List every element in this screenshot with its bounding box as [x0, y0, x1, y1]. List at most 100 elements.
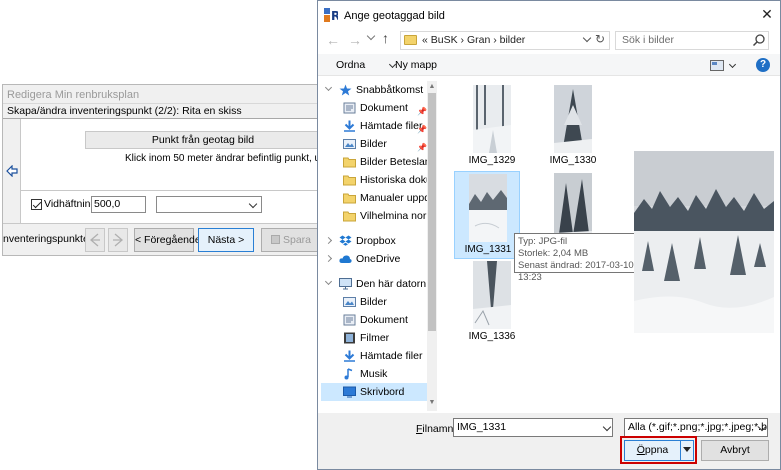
nav-item-label: OneDrive	[356, 253, 401, 265]
nav-item-label: Dokument	[360, 102, 408, 114]
image-thumbnail	[554, 85, 592, 153]
save-button[interactable]: Spara	[261, 228, 321, 252]
document-folder-icon	[343, 314, 356, 326]
nav-item-vilhelmina-norra[interactable]: Vilhelmina norra	[321, 207, 429, 225]
nav-item-label: Hämtade filer	[360, 350, 423, 362]
recent-locations-chevron-icon[interactable]	[366, 31, 376, 41]
adhesion-input[interactable]: 500,0	[91, 196, 146, 213]
organize-menu[interactable]: Ordna	[336, 59, 365, 71]
file-name: IMG_1330	[549, 155, 597, 166]
image-thumbnail	[473, 261, 511, 329]
nav-item-label: Snabbåtkomst	[356, 84, 424, 96]
adhesion-checkbox[interactable]	[31, 199, 42, 210]
nav-item-snabbåtkomst[interactable]: Snabbåtkomst	[321, 81, 429, 99]
nav-item-label: Historiska dokum	[360, 174, 429, 186]
nav-item-bilder[interactable]: Bilder 📌	[321, 135, 429, 153]
nav-item-bilder-betesland[interactable]: Bilder Betesland	[321, 153, 429, 171]
adhesion-label: Vidhäftning	[44, 198, 97, 210]
breadcrumb[interactable]: « BuSK › Gran › bilder	[422, 34, 525, 46]
tooltip-type: Typ: JPG-fil	[518, 236, 568, 247]
tooltip-modified: Senast ändrad: 2017-03-10 13:23	[518, 260, 634, 283]
nav-item-manualer-uppda[interactable]: Manualer uppda	[321, 189, 429, 207]
nav-item-dropbox[interactable]: Dropbox	[321, 232, 429, 250]
nav-item-hämtade-filer[interactable]: Hämtade filer	[321, 347, 429, 365]
back-arrow-icon[interactable]: ←	[326, 32, 340, 48]
nav-item-hämtade-filer[interactable]: Hämtade filer 📌	[321, 117, 429, 135]
nav-item-filmer[interactable]: Filmer	[321, 329, 429, 347]
nav-item-label: Musik	[360, 368, 388, 380]
divider	[3, 223, 321, 224]
nav-item-dokument[interactable]: Dokument 📌	[321, 99, 429, 117]
nav-item-label: Hämtade filer	[360, 120, 423, 132]
film-icon	[343, 332, 356, 344]
nav-item-den-här-datorn[interactable]: Den här datorn	[321, 275, 429, 293]
search-icon[interactable]	[752, 33, 766, 47]
nav-item-skrivbord[interactable]: Skrivbord	[321, 383, 429, 401]
expand-chevron-icon[interactable]	[324, 236, 333, 245]
pictures-folder-icon	[343, 138, 356, 150]
pictures-folder-icon	[343, 296, 356, 308]
cancel-button[interactable]: Avbryt	[701, 440, 769, 461]
file-name: IMG_1329	[468, 155, 516, 166]
refresh-icon[interactable]: ↻	[595, 32, 605, 46]
nav-next-arrow-icon[interactable]	[108, 228, 128, 252]
expand-chevron-icon[interactable]	[324, 277, 333, 286]
file-name: IMG_1336	[468, 331, 516, 342]
download-arrow-icon	[343, 350, 356, 362]
image-thumbnail	[554, 173, 592, 241]
pin-icon: 📌	[417, 125, 427, 134]
cloud-icon	[339, 253, 352, 265]
document-folder-icon	[343, 102, 356, 114]
background-window-title: Redigera Min renbruksplan	[7, 89, 140, 101]
nav-scrollbar-thumb[interactable]	[428, 93, 436, 331]
scroll-up-icon[interactable]: ▲	[428, 83, 436, 91]
save-button-label: Spara	[282, 234, 312, 246]
nav-prev-arrow-icon[interactable]	[85, 228, 105, 252]
nav-item-dokument[interactable]: Dokument	[321, 311, 429, 329]
layer-dropdown[interactable]	[156, 196, 262, 213]
nav-item-label: Dropbox	[356, 235, 396, 247]
filename-input[interactable]: IMG_1331	[453, 418, 613, 437]
scroll-down-icon[interactable]: ▼	[428, 399, 436, 407]
nav-item-historiska-dokum[interactable]: Historiska dokum	[321, 171, 429, 189]
floppy-disk-icon	[270, 235, 280, 244]
previous-button[interactable]: < Föregående	[134, 228, 201, 252]
nav-item-label: Bilder	[360, 296, 387, 308]
triangle-down-icon	[683, 447, 691, 452]
expand-chevron-icon[interactable]	[324, 254, 333, 263]
music-note-icon	[343, 368, 356, 380]
folder-icon	[343, 156, 356, 168]
file-type-select[interactable]: Alla (*.gif;*.png;*.jpg;*.jpeg;*.bmp	[624, 418, 768, 437]
file-item[interactable]: IMG_1330	[540, 83, 606, 171]
preview-image	[634, 151, 774, 333]
download-arrow-icon	[343, 120, 356, 132]
nav-item-bilder[interactable]: Bilder	[321, 293, 429, 311]
tooltip-size: Storlek: 2,04 MB	[518, 248, 589, 259]
chevron-down-icon	[248, 199, 258, 209]
navigation-pane: Snabbåtkomst Dokument 📌 Hämtade filer 📌 Bilde…	[321, 81, 439, 411]
file-item[interactable]: IMG_1331	[454, 171, 520, 259]
nav-item-musik[interactable]: Musik	[321, 365, 429, 383]
forward-arrow-icon[interactable]: →	[348, 32, 362, 48]
folder-icon	[404, 35, 417, 45]
open-button-label: ppna	[644, 444, 669, 456]
step-label: Skapa/ändra inventeringspunkt (2/2): Rit…	[3, 104, 321, 118]
search-input[interactable]: Sök i bilder	[622, 34, 674, 46]
folder-icon	[343, 174, 356, 186]
help-icon[interactable]: ?	[756, 58, 770, 72]
up-arrow-icon[interactable]: ↑	[382, 30, 389, 46]
file-item[interactable]: IMG_1329	[459, 83, 525, 171]
next-button[interactable]: Nästa >	[198, 228, 254, 252]
nav-item-onedrive[interactable]: OneDrive	[321, 250, 429, 268]
filename-label: Filnamn:	[416, 423, 457, 435]
view-options-icon[interactable]	[710, 60, 724, 71]
new-folder-button[interactable]: Ny mapp	[395, 59, 437, 71]
pin-icon: 📌	[417, 143, 427, 152]
close-icon[interactable]: ✕	[760, 7, 774, 21]
arrow-left-icon[interactable]	[6, 165, 18, 177]
nav-item-label: Bilder	[360, 138, 387, 150]
open-button[interactable]: Öppna	[624, 440, 681, 461]
nav-item-label: Bilder Betesland	[360, 156, 429, 168]
expand-chevron-icon[interactable]	[324, 83, 333, 92]
folder-icon	[343, 192, 356, 204]
